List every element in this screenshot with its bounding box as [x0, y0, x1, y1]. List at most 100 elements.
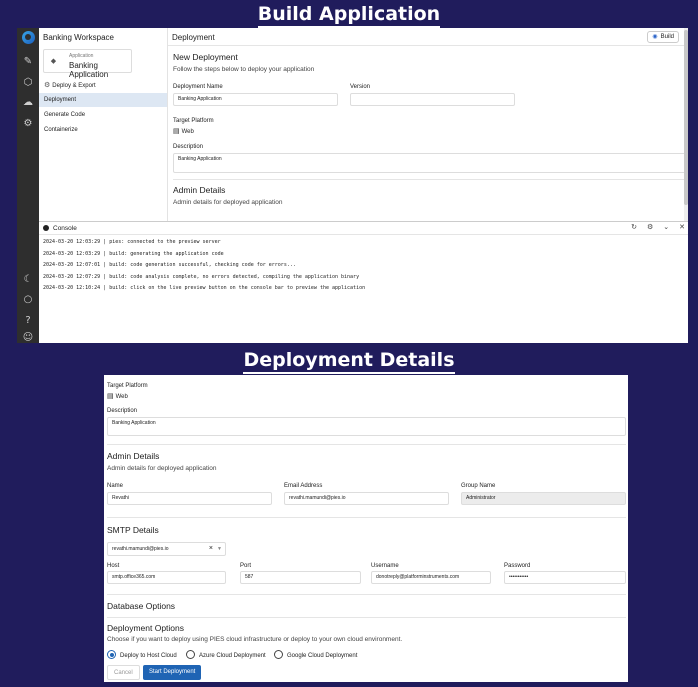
divider [173, 179, 688, 180]
deployment-details-window: Target Platform ▤ Web Description Banking… [104, 375, 628, 682]
sidebar-item-deploy-export[interactable]: ⚙ Deploy & Export [39, 79, 167, 93]
email-label: Email Address [284, 483, 323, 489]
build-label: Build [660, 34, 674, 40]
description-label: Description [107, 408, 138, 414]
moon-icon[interactable]: ☾ [21, 273, 35, 287]
console-icon [43, 225, 49, 231]
settings-icon[interactable]: ⚙ [21, 117, 35, 131]
refresh-icon[interactable]: ↻ [631, 224, 637, 231]
scrollbar-thumb[interactable] [684, 30, 688, 205]
chevron-down-icon[interactable]: ⌄ [663, 224, 669, 231]
sidebar-item-label: Containerize [44, 127, 78, 133]
sidebar-item-label: Generate Code [44, 112, 86, 118]
console-toolbar: ↻ ⚙ ⌄ ✕ [621, 223, 685, 231]
username-label: Username [371, 563, 399, 569]
smtp-details-heading: SMTP Details [107, 525, 159, 535]
target-platform-label: Target Platform [173, 118, 214, 124]
radio-selected-icon[interactable] [107, 650, 116, 659]
sidebar: Banking Workspace ◆ Application Banking … [39, 28, 168, 221]
close-icon[interactable]: ✕ [679, 224, 685, 231]
page-title: Deployment [172, 33, 215, 42]
password-input[interactable]: ••••••••••• [504, 571, 626, 584]
target-platform-value: ▤ Web [107, 392, 128, 400]
user-icon[interactable]: ☺ [21, 331, 35, 343]
description-label: Description [173, 144, 204, 150]
window-icon: ▤ [173, 128, 180, 135]
divider [168, 45, 688, 46]
new-deployment-subtitle: Follow the steps below to deploy your ap… [173, 66, 315, 73]
target-platform-label: Target Platform [107, 383, 148, 389]
divider [107, 617, 626, 618]
sidebar-item-generate-code[interactable]: Generate Code [39, 108, 167, 122]
console-log: 2024-03-20 12:03:29 | pies: connected to… [43, 237, 365, 295]
cancel-button[interactable]: Cancel [107, 665, 140, 680]
divider [107, 444, 626, 445]
log-line: 2024-03-20 12:07:01 | build: code genera… [43, 262, 296, 269]
log-line: 2024-03-20 12:03:29 | build: generating … [43, 250, 224, 257]
admin-name-input[interactable]: Revathi [107, 492, 272, 505]
version-input[interactable] [350, 93, 515, 106]
smtp-account-select[interactable]: revathi.mamundi@pies.io × ▼ [107, 542, 226, 556]
username-input[interactable]: donotreply@platforminstruments.com [371, 571, 491, 584]
scrollbar[interactable] [684, 28, 688, 221]
console-title: Console [53, 225, 77, 232]
radio-label: Azure Cloud Deployment [199, 653, 266, 659]
sidebar-item-label: Deployment [44, 97, 77, 103]
chevron-down-icon[interactable]: ▼ [217, 543, 222, 555]
target-platform-value: ▤ Web [173, 127, 194, 135]
sidebar-item-deployment[interactable]: Deployment [39, 93, 167, 107]
application-icon: ◆ [50, 58, 57, 65]
description-textarea[interactable]: Banking Application [173, 153, 688, 173]
circle-icon[interactable]: ○ [21, 293, 35, 307]
app-logo-icon [22, 31, 35, 44]
start-deployment-button[interactable]: Start Deployment [143, 665, 202, 680]
deployment-name-input[interactable]: Banking Application [173, 93, 338, 106]
radio-label: Deploy to Host Cloud [120, 653, 177, 659]
sidebar-item-containerize[interactable]: Containerize [39, 123, 167, 137]
sidebar-item-label: Deploy & Export [52, 83, 96, 89]
platform-text: Web [115, 394, 128, 400]
host-input[interactable]: smtp.office365.com [107, 571, 226, 584]
radio-icon[interactable] [274, 650, 283, 659]
divider [107, 517, 626, 518]
radio-google-cloud[interactable]: Google Cloud Deployment [274, 650, 357, 661]
build-button[interactable]: ◉ Build [647, 31, 679, 43]
build-icon: ◉ [652, 34, 658, 40]
group-name-input: Administrator [461, 492, 626, 505]
admin-name-label: Name [107, 483, 124, 489]
build-application-window: ✎ ⬡ ☁ ⚙ ☾ ○ ? ☺ Banking Workspace ◆ Appl… [17, 28, 688, 343]
cube-icon[interactable]: ⬡ [21, 76, 35, 90]
divider [107, 594, 626, 595]
smtp-selected-value: revathi.mamundi@pies.io [112, 546, 169, 552]
email-field[interactable]: revathi.mamundi@pies.io [284, 492, 449, 505]
log-line: 2024-03-20 12:07:29 | build: code analys… [43, 273, 360, 280]
platform-text: Web [181, 129, 194, 135]
radio-icon[interactable] [186, 650, 195, 659]
database-options-heading: Database Options [107, 601, 176, 611]
gear-icon[interactable]: ⚙ [647, 224, 653, 231]
deployment-panel: Deployment ◉ Build New Deployment Follow … [168, 28, 688, 221]
application-caption: Application [69, 53, 94, 59]
port-label: Port [240, 563, 252, 569]
deployment-name-label: Deployment Name [173, 84, 223, 90]
description-textarea[interactable]: Banking Application [107, 417, 626, 436]
build-application-banner: Build Application [0, 3, 698, 28]
pencil-icon[interactable]: ✎ [21, 55, 35, 69]
console-panel: Console ↻ ⚙ ⌄ ✕ 2024-03-20 12:03:29 | pies:… [39, 221, 688, 343]
cloud-upload-icon[interactable]: ☁ [21, 96, 35, 110]
application-card[interactable]: ◆ Application Banking Application [43, 49, 132, 79]
gear-icon: ⚙ [44, 82, 51, 89]
admin-details-subtitle: Admin details for deployed application [173, 199, 283, 206]
clear-icon[interactable]: × [209, 543, 213, 555]
new-deployment-heading: New Deployment [173, 52, 238, 62]
radio-azure-cloud[interactable]: Azure Cloud Deployment [186, 650, 266, 661]
window-icon: ▤ [107, 393, 114, 400]
admin-details-heading: Admin Details [173, 185, 226, 195]
log-line: 2024-03-20 12:10:24 | build: click on th… [43, 285, 366, 292]
deployment-options-heading: Deployment Options [107, 623, 185, 633]
workspace-title: Banking Workspace [43, 33, 114, 42]
version-label: Version [350, 84, 371, 90]
help-icon[interactable]: ? [21, 314, 35, 328]
radio-deploy-host-cloud[interactable]: Deploy to Host Cloud [107, 650, 177, 661]
port-input[interactable]: 587 [240, 571, 361, 584]
